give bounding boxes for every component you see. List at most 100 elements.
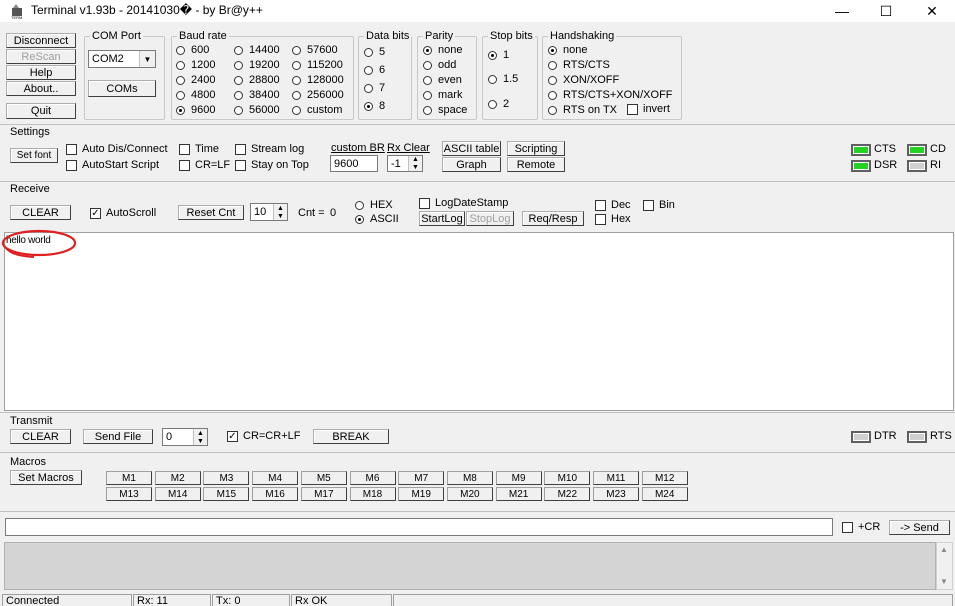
receive-text-area[interactable]: hello world xyxy=(4,232,954,411)
quit-button[interactable]: Quit xyxy=(6,103,76,119)
receive-hex-radio[interactable]: HEX xyxy=(355,199,393,211)
disconnect-button[interactable]: Disconnect xyxy=(6,33,76,48)
baud-256000[interactable]: 256000 xyxy=(292,89,344,101)
macro-button-16[interactable]: M16 xyxy=(252,487,299,501)
cr-lf-checkbox[interactable]: CR=LF xyxy=(179,159,230,171)
baud-19200[interactable]: 19200 xyxy=(234,59,280,71)
req-resp-button[interactable]: Req/Resp xyxy=(522,211,584,226)
stopbits-1-5[interactable]: 1.5 xyxy=(488,73,518,85)
baud-9600[interactable]: 9600 xyxy=(176,104,215,116)
macro-button-15[interactable]: M15 xyxy=(203,487,250,501)
macro-button-24[interactable]: M24 xyxy=(641,487,688,501)
close-button[interactable]: ✕ xyxy=(909,0,955,22)
handshake-rts-cts[interactable]: RTS/CTS xyxy=(548,59,610,71)
macro-button-8[interactable]: M8 xyxy=(446,471,493,485)
macro-button-7[interactable]: M7 xyxy=(398,471,445,485)
parity-space[interactable]: space xyxy=(423,104,467,116)
macro-button-1[interactable]: M1 xyxy=(106,471,152,485)
stopbits-1[interactable]: 1 xyxy=(488,49,509,61)
custom-br-input[interactable]: 9600 xyxy=(330,155,378,172)
reset-cnt-button[interactable]: Reset Cnt xyxy=(178,205,244,220)
macro-button-23[interactable]: M23 xyxy=(593,487,639,501)
transmit-clear-button[interactable]: CLEAR xyxy=(10,429,71,444)
baud-38400[interactable]: 38400 xyxy=(234,89,280,101)
graph-button[interactable]: Graph xyxy=(442,157,501,172)
baud-57600[interactable]: 57600 xyxy=(292,44,338,56)
baud-128000[interactable]: 128000 xyxy=(292,74,344,86)
com-port-select[interactable]: COM2 ▼ xyxy=(88,50,156,68)
databits-8[interactable]: 8 xyxy=(364,100,385,112)
scroll-up-icon[interactable]: ▲ xyxy=(940,545,948,554)
baud-600[interactable]: 600 xyxy=(176,44,209,56)
macro-button-2[interactable]: M2 xyxy=(154,471,201,485)
databits-7[interactable]: 7 xyxy=(364,82,385,94)
parity-odd[interactable]: odd xyxy=(423,59,456,71)
about-button[interactable]: About.. xyxy=(6,81,76,96)
macro-button-9[interactable]: M9 xyxy=(495,471,542,485)
hex-checkbox[interactable]: Hex xyxy=(595,213,631,225)
baud-115200[interactable]: 115200 xyxy=(292,59,343,71)
break-button[interactable]: BREAK xyxy=(313,429,389,444)
macro-button-6[interactable]: M6 xyxy=(349,471,396,485)
autoscroll-checkbox[interactable]: ✓ AutoScroll xyxy=(90,207,156,219)
baud-28800[interactable]: 28800 xyxy=(234,74,280,86)
baud-1200[interactable]: 1200 xyxy=(176,59,215,71)
macro-button-3[interactable]: M3 xyxy=(203,471,250,485)
macro-button-14[interactable]: M14 xyxy=(154,487,201,501)
coms-button[interactable]: COMs xyxy=(88,80,156,97)
macro-button-12[interactable]: M12 xyxy=(641,471,688,485)
log-area[interactable] xyxy=(4,542,936,590)
remote-button[interactable]: Remote xyxy=(507,157,565,172)
log-scrollbar[interactable]: ▲ ▼ xyxy=(936,542,953,590)
macro-button-13[interactable]: M13 xyxy=(106,487,152,501)
macro-button-21[interactable]: M21 xyxy=(495,487,542,501)
handshake-none[interactable]: none xyxy=(548,44,587,56)
scroll-down-icon[interactable]: ▼ xyxy=(940,577,948,586)
rx-clear-input[interactable]: -1 ▲ ▼ xyxy=(387,155,423,172)
cnt-spinner[interactable]: 10 ▲ ▼ xyxy=(250,203,288,221)
handshake-rts-on-tx[interactable]: RTS on TX xyxy=(548,104,617,116)
handshake-xon-xoff[interactable]: XON/XOFF xyxy=(548,74,619,86)
databits-5[interactable]: 5 xyxy=(364,46,385,58)
dec-checkbox[interactable]: Dec xyxy=(595,199,631,211)
handshake-rts-cts-xon-xoff[interactable]: RTS/CTS+XON/XOFF xyxy=(548,89,673,101)
macro-button-22[interactable]: M22 xyxy=(544,487,591,501)
stay-on-top-checkbox[interactable]: Stay on Top xyxy=(235,159,309,171)
stoplog-button[interactable]: StopLog xyxy=(466,211,514,226)
baud-2400[interactable]: 2400 xyxy=(176,74,215,86)
macro-button-11[interactable]: M11 xyxy=(593,471,639,485)
databits-6[interactable]: 6 xyxy=(364,64,385,76)
macro-button-4[interactable]: M4 xyxy=(252,471,299,485)
auto-dis-connect-checkbox[interactable]: Auto Dis/Connect xyxy=(66,143,168,155)
startlog-button[interactable]: StartLog xyxy=(419,211,465,226)
macro-button-19[interactable]: M19 xyxy=(398,487,445,501)
cr-crlf-checkbox[interactable]: ✓ CR=CR+LF xyxy=(227,430,300,442)
receive-ascii-radio[interactable]: ASCII xyxy=(355,213,399,225)
maximize-button[interactable]: ☐ xyxy=(863,0,909,22)
macro-button-5[interactable]: M5 xyxy=(300,471,347,485)
logdatestamp-checkbox[interactable]: LogDateStamp xyxy=(419,197,508,209)
rescan-button[interactable]: ReScan xyxy=(6,49,76,64)
transmit-spinner[interactable]: 0 ▲ ▼ xyxy=(162,428,208,446)
bin-checkbox[interactable]: Bin xyxy=(643,199,675,211)
help-button[interactable]: Help xyxy=(6,65,76,80)
scripting-button[interactable]: Scripting xyxy=(507,141,565,156)
macro-button-20[interactable]: M20 xyxy=(446,487,493,501)
baud-56000[interactable]: 56000 xyxy=(234,104,280,116)
set-macros-button[interactable]: Set Macros xyxy=(10,470,82,485)
send-input[interactable] xyxy=(5,518,833,536)
parity-none[interactable]: none xyxy=(423,44,462,56)
time-checkbox[interactable]: Time xyxy=(179,143,219,155)
macro-button-17[interactable]: M17 xyxy=(300,487,347,501)
receive-clear-button[interactable]: CLEAR xyxy=(10,205,71,220)
parity-mark[interactable]: mark xyxy=(423,89,462,101)
macro-button-10[interactable]: M10 xyxy=(544,471,591,485)
minimize-button[interactable]: — xyxy=(819,0,865,22)
baud-14400[interactable]: 14400 xyxy=(234,44,280,56)
macro-button-18[interactable]: M18 xyxy=(349,487,396,501)
plus-cr-checkbox[interactable]: +CR xyxy=(842,521,880,533)
stopbits-2[interactable]: 2 xyxy=(488,98,509,110)
stream-log-checkbox[interactable]: Stream log xyxy=(235,143,304,155)
autostart-script-checkbox[interactable]: AutoStart Script xyxy=(66,159,159,171)
set-font-button[interactable]: Set font xyxy=(10,148,58,163)
